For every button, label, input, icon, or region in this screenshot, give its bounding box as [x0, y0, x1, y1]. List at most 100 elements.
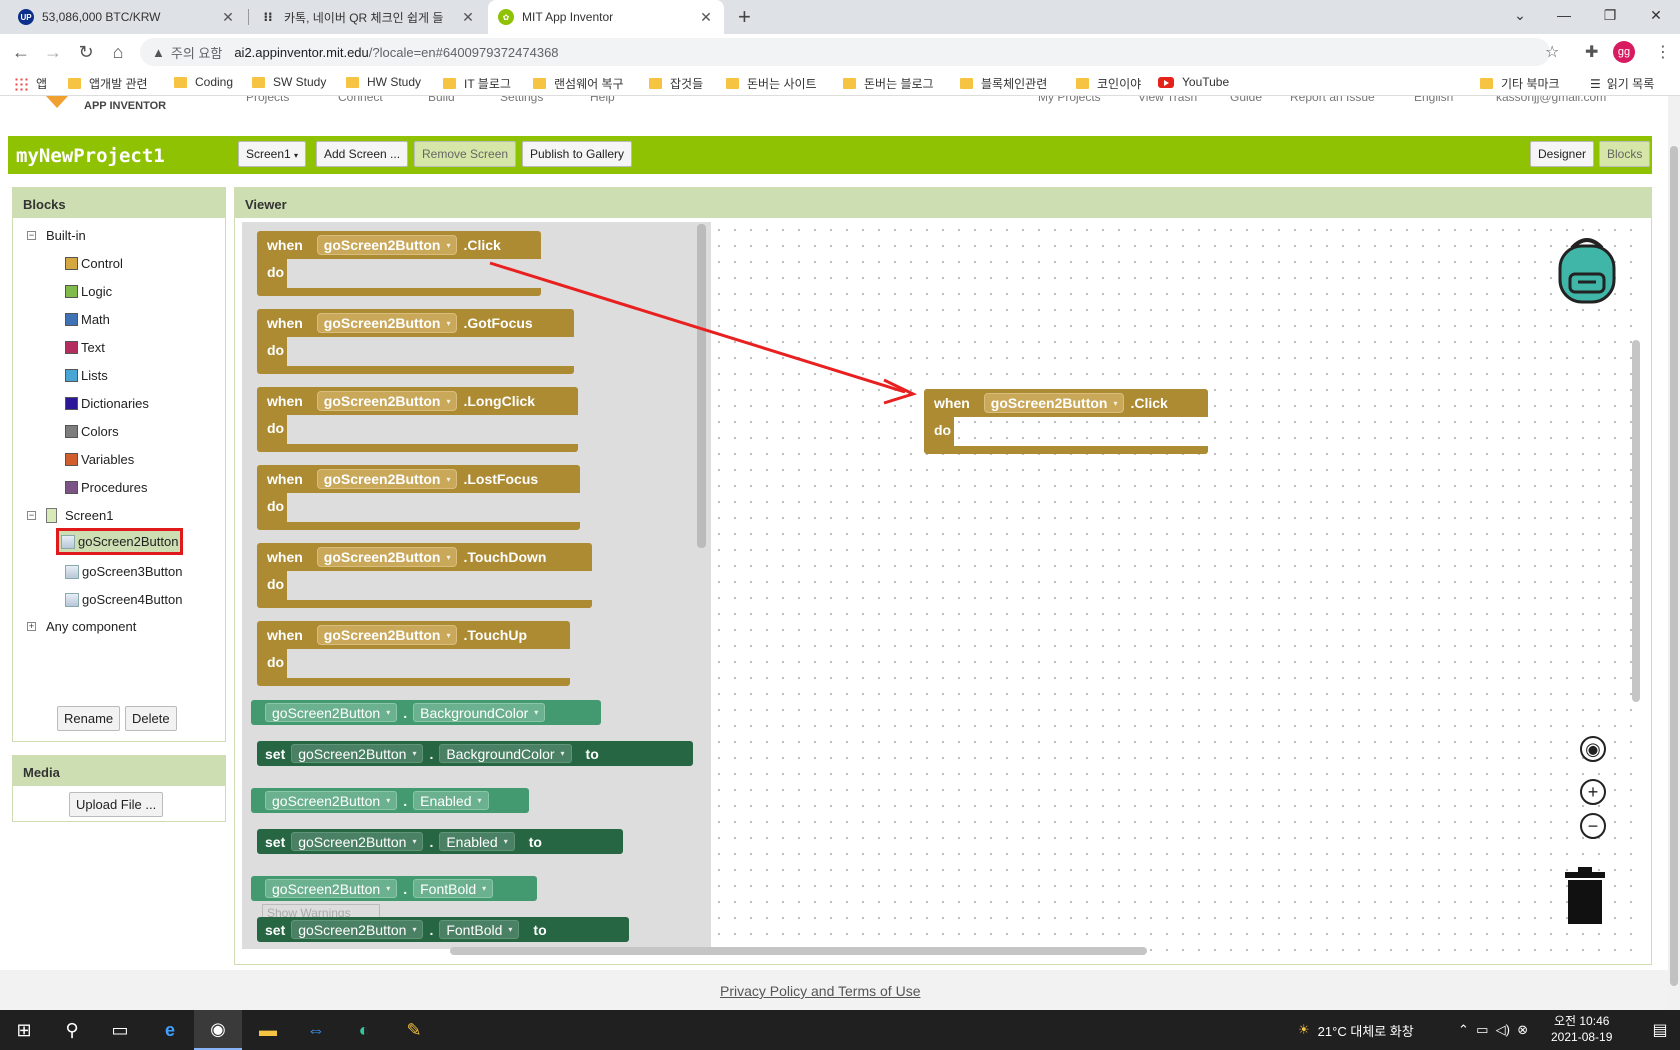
component-goscreen2button[interactable]: goScreen2Button — [55, 528, 184, 555]
extensions-icon[interactable]: ✚ — [1585, 42, 1598, 62]
security-label[interactable]: 주의 요함 — [171, 43, 222, 62]
bookmark-folder[interactable]: 랜섬웨어 복구 — [533, 75, 624, 92]
menu-guide[interactable]: Guide — [1230, 96, 1262, 104]
recenter-icon[interactable]: ◉ — [1580, 736, 1606, 762]
minimize-icon[interactable]: — — [1541, 0, 1587, 30]
menu-projects[interactable]: Projects — [246, 96, 289, 104]
setter-block-backgroundcolor[interactable]: set goScreen2Button ▾. BackgroundColor ▾ to — [257, 741, 693, 766]
getter-block-enabled[interactable]: goScreen2Button ▾. Enabled ▾ — [251, 788, 529, 813]
bookmark-other[interactable]: 기타 북마크 — [1480, 75, 1560, 92]
menu-report-issue[interactable]: Report an Issue — [1290, 96, 1375, 104]
rename-button[interactable]: Rename — [57, 706, 121, 731]
screen-select[interactable]: Screen1 ▾ — [238, 141, 307, 167]
drawer-colors[interactable]: Colors — [65, 424, 119, 439]
menu-my-projects[interactable]: My Projects — [1038, 96, 1101, 104]
trash-icon[interactable] — [1563, 866, 1607, 926]
bookmark-folder[interactable]: 돈버는 블로그 — [843, 75, 934, 92]
delete-button[interactable]: Delete — [125, 706, 177, 731]
bookmark-folder[interactable]: Coding — [174, 75, 233, 89]
notification-icon[interactable]: ▤ — [1640, 1010, 1680, 1050]
drawer-control[interactable]: Control — [65, 256, 123, 271]
tree-any-component[interactable]: + Any component — [27, 619, 136, 634]
blocks-workspace[interactable] — [711, 222, 1646, 955]
getter-block-fontbold[interactable]: goScreen2Button ▾. FontBold ▾ — [251, 876, 537, 901]
drawer-variables[interactable]: Variables — [65, 452, 134, 467]
close-tab-icon[interactable]: ✕ — [698, 9, 714, 26]
tab-search-icon[interactable]: ⌄ — [1497, 0, 1543, 30]
bookmark-folder[interactable]: 앱개발 관련 — [68, 75, 148, 92]
back-icon[interactable]: ← — [9, 40, 33, 64]
privacy-policy-link[interactable]: Privacy Policy and Terms of Use — [720, 983, 920, 999]
reload-icon[interactable]: ↻ — [74, 40, 98, 64]
flyout-scrollbar[interactable] — [697, 224, 706, 548]
browser-tab[interactable]: UP 53,086,000 BTC/KRW ✕ — [8, 0, 246, 34]
menu-connect[interactable]: Connect — [338, 96, 383, 104]
home-icon[interactable]: ⌂ — [106, 40, 130, 64]
collapse-icon[interactable]: − — [27, 231, 36, 240]
page-scrollbar[interactable] — [1668, 96, 1680, 1010]
collapse-icon[interactable]: − — [27, 511, 36, 520]
windows-start-icon[interactable]: ⊞ — [0, 1010, 48, 1050]
tree-screen1[interactable]: − Screen1 — [27, 508, 113, 523]
component-goscreen4button[interactable]: goScreen4Button — [65, 592, 182, 607]
teamviewer-icon[interactable]: ⇔ — [292, 1010, 340, 1050]
new-tab-icon[interactable]: + — [738, 4, 751, 30]
workspace-horizontal-scrollbar[interactable] — [450, 947, 1147, 955]
placed-event-block-click[interactable]: when goScreen2Button ▾ .Click do — [924, 389, 1209, 455]
bookmark-folder[interactable]: 돈버는 사이트 — [726, 75, 817, 92]
file-explorer-icon[interactable]: ▬ — [244, 1010, 292, 1050]
zoom-in-icon[interactable]: + — [1580, 779, 1606, 805]
event-block-longclick[interactable]: when goScreen2Button ▾ .LongClick do — [257, 387, 579, 453]
url-field[interactable]: ▲ 주의 요함 ai2.appinventor.mit.edu/?locale=… — [140, 38, 1550, 66]
close-window-icon[interactable]: ✕ — [1633, 0, 1679, 30]
event-block-gotfocus[interactable]: when goScreen2Button ▾ .GotFocus do — [257, 309, 575, 375]
tree-builtin[interactable]: − Built-in — [27, 228, 86, 243]
workspace-vertical-scrollbar[interactable] — [1632, 340, 1640, 702]
menu-view-trash[interactable]: View Trash — [1138, 96, 1197, 104]
restore-icon[interactable]: ❐ — [1587, 0, 1633, 30]
bookmark-apps[interactable]: 앱 — [14, 75, 47, 92]
tray-icons[interactable]: ⌃ ▭ ◁) ⊗ — [1458, 1010, 1528, 1050]
browser-tab-active[interactable]: ✿ MIT App Inventor ✕ — [488, 0, 724, 34]
drawer-procedures[interactable]: Procedures — [65, 480, 147, 495]
internet-explorer-icon[interactable]: e — [146, 1010, 194, 1050]
drawer-logic[interactable]: Logic — [65, 284, 112, 299]
search-icon[interactable]: ⚲ — [48, 1010, 96, 1050]
backpack-icon[interactable] — [1552, 234, 1622, 306]
browser-tab[interactable]: ⁝⁝ 카톡, 네이버 QR 체크인 쉽게 들 ✕ — [250, 0, 486, 34]
setter-block-fontbold[interactable]: set goScreen2Button ▾. FontBold ▾ to — [257, 917, 629, 942]
drawer-text[interactable]: Text — [65, 340, 105, 355]
remove-screen-button[interactable]: Remove Screen — [414, 141, 517, 167]
getter-block-backgroundcolor[interactable]: goScreen2Button ▾. BackgroundColor ▾ — [251, 700, 601, 725]
menu-language[interactable]: English — [1414, 96, 1453, 104]
event-block-lostfocus[interactable]: when goScreen2Button ▾ .LostFocus do — [257, 465, 581, 531]
publish-gallery-button[interactable]: Publish to Gallery — [522, 141, 633, 167]
blocks-button[interactable]: Blocks — [1599, 141, 1651, 167]
bookmark-folder[interactable]: SW Study — [252, 75, 326, 89]
close-tab-icon[interactable]: ✕ — [460, 9, 476, 26]
paint-icon[interactable]: ✎ — [390, 1010, 438, 1050]
edge-icon[interactable]: ◐ — [340, 1010, 388, 1050]
menu-build[interactable]: Build — [428, 96, 455, 104]
close-tab-icon[interactable]: ✕ — [220, 9, 236, 26]
bookmark-folder[interactable]: HW Study — [346, 75, 421, 89]
forward-icon[interactable]: → — [41, 40, 65, 64]
chrome-icon[interactable]: ◉ — [194, 1010, 242, 1050]
menu-icon[interactable]: ⋮ — [1655, 42, 1671, 62]
bookmark-folder[interactable]: 코인이야 — [1076, 75, 1141, 92]
event-block-touchup[interactable]: when goScreen2Button ▾ .TouchUp do — [257, 621, 571, 687]
event-block-touchdown[interactable]: when goScreen2Button ▾ .TouchDown do — [257, 543, 593, 609]
star-icon[interactable]: ☆ — [1545, 42, 1559, 62]
bookmark-folder[interactable]: 잡것들 — [649, 75, 703, 92]
expand-icon[interactable]: + — [27, 622, 36, 631]
upload-file-button[interactable]: Upload File ... — [69, 792, 164, 817]
component-goscreen3button[interactable]: goScreen3Button — [65, 564, 182, 579]
zoom-out-icon[interactable]: − — [1580, 813, 1606, 839]
drawer-math[interactable]: Math — [65, 312, 110, 327]
warning-icon[interactable]: ▲ — [152, 45, 165, 60]
menu-settings[interactable]: Settings — [500, 96, 543, 104]
weather-widget[interactable]: ☀ 21°C 대체로 화창 — [1298, 1010, 1414, 1050]
bookmark-youtube[interactable]: YouTube — [1158, 75, 1229, 89]
task-view-icon[interactable]: ▭ — [96, 1010, 144, 1050]
drawer-lists[interactable]: Lists — [65, 368, 108, 383]
